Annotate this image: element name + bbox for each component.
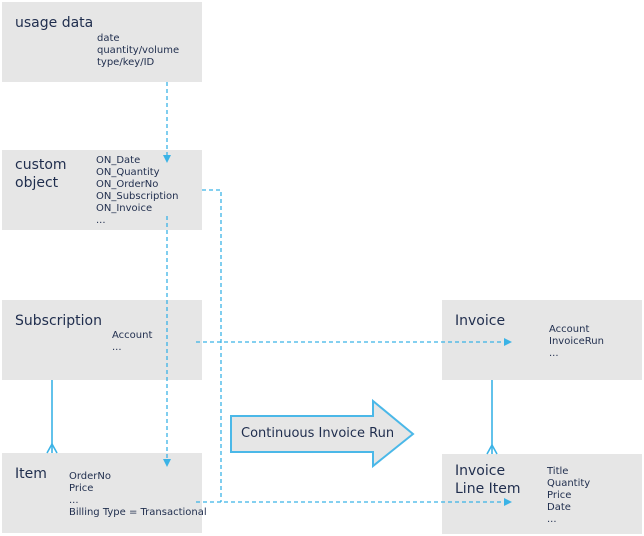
- arrowhead-icon: [504, 498, 512, 506]
- connectors-layer: [46, 82, 512, 506]
- arrowhead-icon: [504, 338, 512, 346]
- process-arrow-label: Continuous Invoice Run: [241, 426, 395, 441]
- arrowhead-icon: [163, 459, 171, 467]
- connector-custom-to-line-item: [202, 189, 222, 502]
- arrowhead-icon: [163, 155, 171, 163]
